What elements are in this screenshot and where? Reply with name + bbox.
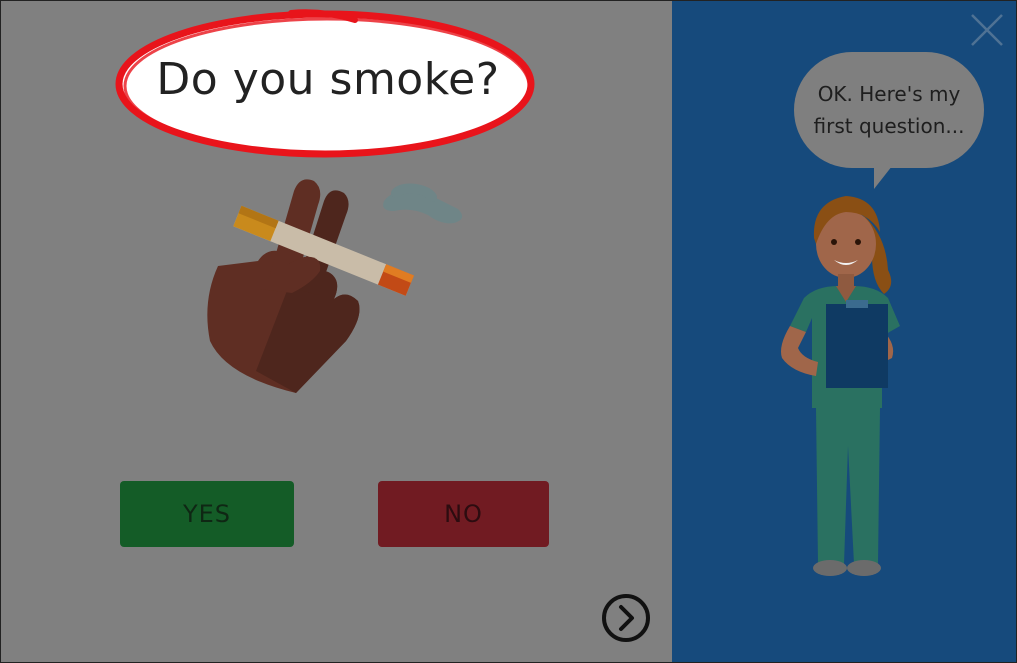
question-highlight: Do you smoke? <box>113 6 543 166</box>
no-button[interactable]: NO <box>378 481 549 547</box>
next-arrow-icon[interactable] <box>601 593 651 643</box>
close-icon[interactable] <box>970 13 1004 47</box>
speech-bubble-tail <box>874 161 896 189</box>
speech-line-2: first question... <box>813 114 965 138</box>
speech-bubble: OK. Here's my first question... <box>794 52 984 168</box>
nurse-illustration <box>781 196 900 576</box>
yes-button[interactable]: YES <box>120 481 294 547</box>
speech-bubble-text: OK. Here's my first question... <box>814 78 965 142</box>
cigarette-hand-icon <box>207 179 463 393</box>
speech-line-1: OK. Here's my <box>817 82 961 106</box>
assistant-panel: OK. Here's my first question... <box>672 1 1016 662</box>
question-panel: Do you smoke? YES NO <box>1 1 672 662</box>
smoking-quiz-window: Do you smoke? YES NO OK. Here's my first… <box>0 0 1017 663</box>
question-title: Do you smoke? <box>156 54 500 105</box>
